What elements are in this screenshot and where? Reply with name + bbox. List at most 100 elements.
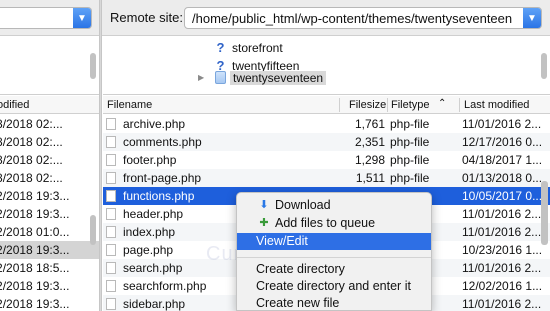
file-name: front-page.php bbox=[123, 171, 202, 185]
remote-site-label: Remote site: bbox=[110, 10, 183, 25]
file-icon bbox=[106, 244, 116, 256]
table-row[interactable]: comments.php 2,351 php-file 12/17/2016 0… bbox=[103, 133, 550, 151]
list-item[interactable]: 8/2018 02:... bbox=[0, 115, 99, 133]
question-folder-icon: ? bbox=[216, 40, 225, 55]
caret-up-icon: ⌃ bbox=[438, 98, 447, 109]
chevron-down-icon[interactable]: ▼ bbox=[523, 8, 541, 28]
file-modified: 10/23/2016 1... bbox=[462, 243, 543, 257]
file-modified: 04/18/2017 1... bbox=[462, 153, 543, 167]
tree-item-label: storefront bbox=[232, 40, 283, 55]
column-header-filename[interactable]: Filename bbox=[107, 99, 152, 111]
list-item-modified: 2/2018 19:3... bbox=[0, 243, 70, 257]
file-size: 1,511 bbox=[355, 171, 385, 185]
menu-item-label: View/Edit bbox=[256, 234, 308, 248]
file-name: comments.php bbox=[123, 135, 202, 149]
menu-item-label: Download bbox=[275, 198, 331, 212]
list-item[interactable]: 8/2018 02:... bbox=[0, 151, 99, 169]
file-type: php-file bbox=[390, 117, 430, 131]
file-modified: 10/05/2017 0... bbox=[462, 189, 543, 203]
column-header-modified[interactable]: odified bbox=[0, 99, 29, 111]
list-item[interactable]: 8/2018 02:... bbox=[0, 169, 99, 187]
menu-item-label: Create directory and enter it bbox=[256, 279, 411, 293]
list-item[interactable]: 2/2018 18:5... bbox=[0, 259, 99, 277]
file-modified: 01/13/2018 0... bbox=[462, 171, 543, 185]
list-item-modified: 2/2018 19:3... bbox=[0, 279, 70, 293]
file-icon bbox=[106, 136, 116, 148]
file-modified: 11/01/2016 2... bbox=[462, 117, 542, 131]
file-type: php-file bbox=[390, 171, 430, 185]
file-icon bbox=[106, 262, 116, 274]
column-header-filesize[interactable]: Filesize bbox=[349, 99, 386, 111]
file-name: page.php bbox=[123, 243, 174, 257]
file-name: functions.php bbox=[123, 189, 195, 203]
file-modified: 11/01/2016 2... bbox=[462, 225, 542, 239]
table-row[interactable]: front-page.php 1,511 php-file 01/13/2018… bbox=[103, 169, 550, 187]
remote-list-header: Filename Filesize Filetype ⌃ Last modifi… bbox=[103, 96, 550, 114]
file-modified: 11/01/2016 2... bbox=[462, 261, 542, 275]
file-name: header.php bbox=[123, 207, 184, 221]
file-icon bbox=[106, 208, 116, 220]
pane-splitter[interactable] bbox=[99, 0, 102, 311]
remote-site-bar: Remote site: /home/public_html/wp-conten… bbox=[102, 0, 550, 36]
remote-site-path[interactable]: /home/public_html/wp-content/themes/twen… bbox=[192, 11, 512, 26]
column-divider bbox=[387, 98, 388, 112]
remote-directory-tree[interactable]: ? storefront ? twentyfifteen ▶ twentysev… bbox=[103, 37, 550, 95]
file-size: 1,298 bbox=[354, 153, 385, 167]
list-item[interactable]: 2/2018 19:3... bbox=[0, 187, 99, 205]
file-size: 1,761 bbox=[354, 117, 385, 131]
file-name: search.php bbox=[123, 261, 183, 275]
menu-item-label: Create directory bbox=[256, 262, 345, 276]
file-size: 2,351 bbox=[354, 135, 385, 149]
file-name: archive.php bbox=[123, 117, 186, 131]
file-modified: 12/17/2016 0... bbox=[462, 135, 543, 149]
list-item-modified: 2/2018 19:3... bbox=[0, 207, 70, 221]
list-item[interactable]: 2/2018 19:3... bbox=[0, 205, 99, 223]
context-menu: ⬇ Download ✚ Add files to queue View/Edi… bbox=[236, 192, 432, 311]
remote-site-path-select[interactable]: /home/public_html/wp-content/themes/twen… bbox=[184, 7, 542, 29]
tree-item-twentyseventeen[interactable]: twentyseventeen bbox=[215, 69, 327, 86]
remote-tree-scrollbar[interactable] bbox=[541, 53, 547, 79]
list-item-modified: 8/2018 02:... bbox=[0, 171, 63, 185]
list-item[interactable]: 2/2018 19:3... bbox=[0, 295, 99, 311]
expand-arrow-icon[interactable]: ▶ bbox=[198, 73, 204, 82]
menu-divider bbox=[237, 257, 431, 258]
menu-item-create-new-file[interactable]: Create new file bbox=[237, 295, 431, 311]
tree-item-storefront[interactable]: ? storefront bbox=[215, 39, 283, 56]
table-row[interactable]: footer.php 1,298 php-file 04/18/2017 1..… bbox=[103, 151, 550, 169]
local-file-list[interactable]: 8/2018 02:... 8/2018 02:... 8/2018 02:..… bbox=[0, 115, 99, 311]
column-header-filetype[interactable]: Filetype bbox=[391, 99, 430, 111]
folder-icon bbox=[215, 71, 226, 84]
file-icon bbox=[106, 154, 116, 166]
local-site-bar: ▼ bbox=[0, 0, 99, 36]
list-item-modified: 2/2018 19:3... bbox=[0, 189, 70, 203]
menu-item-create-directory[interactable]: Create directory bbox=[237, 261, 431, 278]
file-icon bbox=[106, 226, 116, 238]
local-directory-tree[interactable] bbox=[0, 37, 99, 95]
menu-item-add-to-queue[interactable]: ✚ Add files to queue bbox=[237, 215, 431, 232]
list-item[interactable]: 2/2018 19:3... bbox=[0, 277, 99, 295]
list-item-selected[interactable]: 2/2018 19:3... bbox=[0, 241, 99, 259]
local-site-select[interactable]: ▼ bbox=[0, 7, 92, 29]
remote-list-scrollbar[interactable] bbox=[541, 181, 548, 245]
list-item-modified: 8/2018 02:... bbox=[0, 117, 63, 131]
tree-item-label: twentyseventeen bbox=[230, 70, 327, 85]
local-tree-scrollbar[interactable] bbox=[90, 53, 96, 79]
list-item[interactable]: 2/2018 01:0... bbox=[0, 223, 99, 241]
local-list-header: odified bbox=[0, 96, 99, 114]
chevron-down-icon[interactable]: ▼ bbox=[73, 8, 91, 28]
menu-item-download[interactable]: ⬇ Download bbox=[237, 197, 431, 214]
list-item-modified: 8/2018 02:... bbox=[0, 153, 63, 167]
download-arrow-icon: ⬇ bbox=[259, 199, 269, 211]
menu-item-label: Add files to queue bbox=[275, 216, 376, 230]
column-header-last-modified[interactable]: Last modified bbox=[464, 99, 529, 111]
table-row[interactable]: archive.php 1,761 php-file 11/01/2016 2.… bbox=[103, 115, 550, 133]
list-item-modified: 2/2018 19:3... bbox=[0, 297, 70, 311]
file-name: sidebar.php bbox=[123, 297, 186, 311]
menu-item-create-directory-enter[interactable]: Create directory and enter it bbox=[237, 278, 431, 295]
list-item[interactable]: 8/2018 02:... bbox=[0, 133, 99, 151]
menu-item-view-edit[interactable]: View/Edit bbox=[237, 233, 431, 250]
local-list-scrollbar[interactable] bbox=[90, 215, 96, 245]
list-item-modified: 2/2018 18:5... bbox=[0, 261, 70, 275]
file-icon bbox=[106, 190, 116, 202]
file-modified: 11/01/2016 2... bbox=[462, 207, 542, 221]
